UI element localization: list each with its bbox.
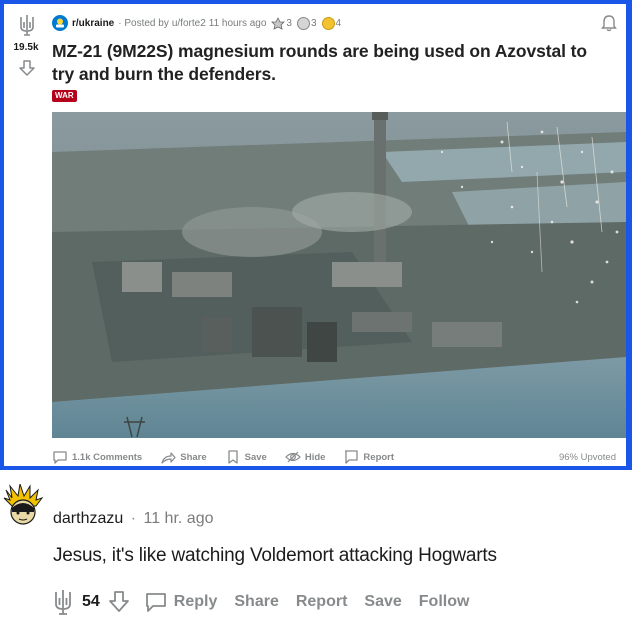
vote-count: 19.5k: [13, 42, 39, 53]
save-button[interactable]: Save: [364, 593, 401, 611]
meta-prefix: · Posted by: [118, 17, 169, 29]
save-label: Save: [244, 451, 267, 463]
share-label: Share: [180, 451, 207, 463]
aerial-industrial-image: [52, 112, 626, 438]
share-button[interactable]: Share: [234, 593, 278, 611]
award-silver[interactable]: 3: [271, 16, 292, 30]
post-author[interactable]: u/forte2: [172, 18, 206, 29]
award-count: 3: [310, 17, 317, 29]
save-label: Save: [364, 593, 402, 610]
follow-label: Follow: [418, 593, 470, 610]
post-image[interactable]: [52, 112, 626, 438]
comment: darthzazu · 11 hr. ago Jesus, it's like …: [0, 470, 632, 631]
post-frame: 19.5k r/ukraine · Posted by u/forte2 11 …: [0, 0, 632, 470]
post-card[interactable]: 19.5k r/ukraine · Posted by u/forte2 11 …: [4, 4, 626, 466]
comment-author[interactable]: darthzazu: [53, 510, 123, 527]
post-flair[interactable]: WAR: [52, 90, 77, 102]
upvote-trident-icon[interactable]: [52, 588, 74, 616]
award-count: 4: [335, 17, 342, 29]
comment-score: 54: [82, 593, 100, 610]
comment-body: Jesus, it's like watching Voldemort atta…: [53, 545, 497, 566]
avatar[interactable]: [2, 484, 44, 526]
report-button[interactable]: Report: [296, 593, 348, 611]
comments-label: 1.1k Comments: [72, 451, 143, 463]
meta-separator: ·: [130, 510, 137, 527]
share-button[interactable]: Share: [160, 449, 207, 465]
upvote-ratio: 96% Upvoted: [558, 451, 616, 463]
comment-actions: 54 Reply Share Report Save Follow: [52, 588, 486, 616]
post-meta: r/ukraine · Posted by u/forte2 11 hours …: [52, 14, 341, 32]
report-label: Report: [363, 451, 395, 463]
notification-bell-icon[interactable]: [600, 14, 618, 32]
post-actions: 1.1k Comments Share Save Hide Report 96%…: [52, 448, 616, 466]
share-label: Share: [234, 593, 279, 610]
comment-icon: [53, 451, 67, 464]
flag-icon: [345, 450, 359, 464]
report-label: Report: [295, 593, 348, 610]
award-icon-gold: [321, 16, 335, 30]
comment-icon: [145, 593, 166, 612]
downvote-icon[interactable]: [18, 59, 36, 77]
post-age: 11 hours ago: [208, 17, 267, 29]
comment-age: 11 hr. ago: [143, 510, 214, 527]
subreddit-name[interactable]: r/ukraine: [72, 18, 114, 29]
share-arrow-icon: [161, 452, 176, 464]
award-gold[interactable]: 4: [321, 16, 342, 30]
downvote-icon[interactable]: [108, 590, 130, 614]
subreddit-icon[interactable]: [52, 15, 68, 31]
hide-label: Hide: [304, 451, 326, 463]
post-title[interactable]: MZ-21 (9M22S) magnesium rounds are being…: [52, 40, 612, 86]
comment-meta: darthzazu · 11 hr. ago: [53, 510, 213, 528]
follow-button[interactable]: Follow: [419, 593, 470, 611]
bookmark-icon: [227, 450, 238, 464]
award-count: 3: [286, 17, 292, 29]
save-button[interactable]: Save: [225, 449, 267, 465]
vote-column: 19.5k: [4, 4, 48, 466]
hide-button[interactable]: Hide: [284, 449, 326, 465]
reply-button[interactable]: Reply: [144, 590, 218, 614]
upvote-trident-icon[interactable]: [17, 14, 37, 36]
report-button[interactable]: Report: [343, 449, 394, 465]
hide-eye-icon: [284, 451, 301, 463]
comments-button[interactable]: 1.1k Comments: [52, 449, 142, 465]
award-icon-dollar: [296, 16, 310, 30]
award-icon-silver: [271, 16, 286, 30]
reply-label: Reply: [173, 593, 218, 610]
award-dollar[interactable]: 3: [296, 16, 317, 30]
